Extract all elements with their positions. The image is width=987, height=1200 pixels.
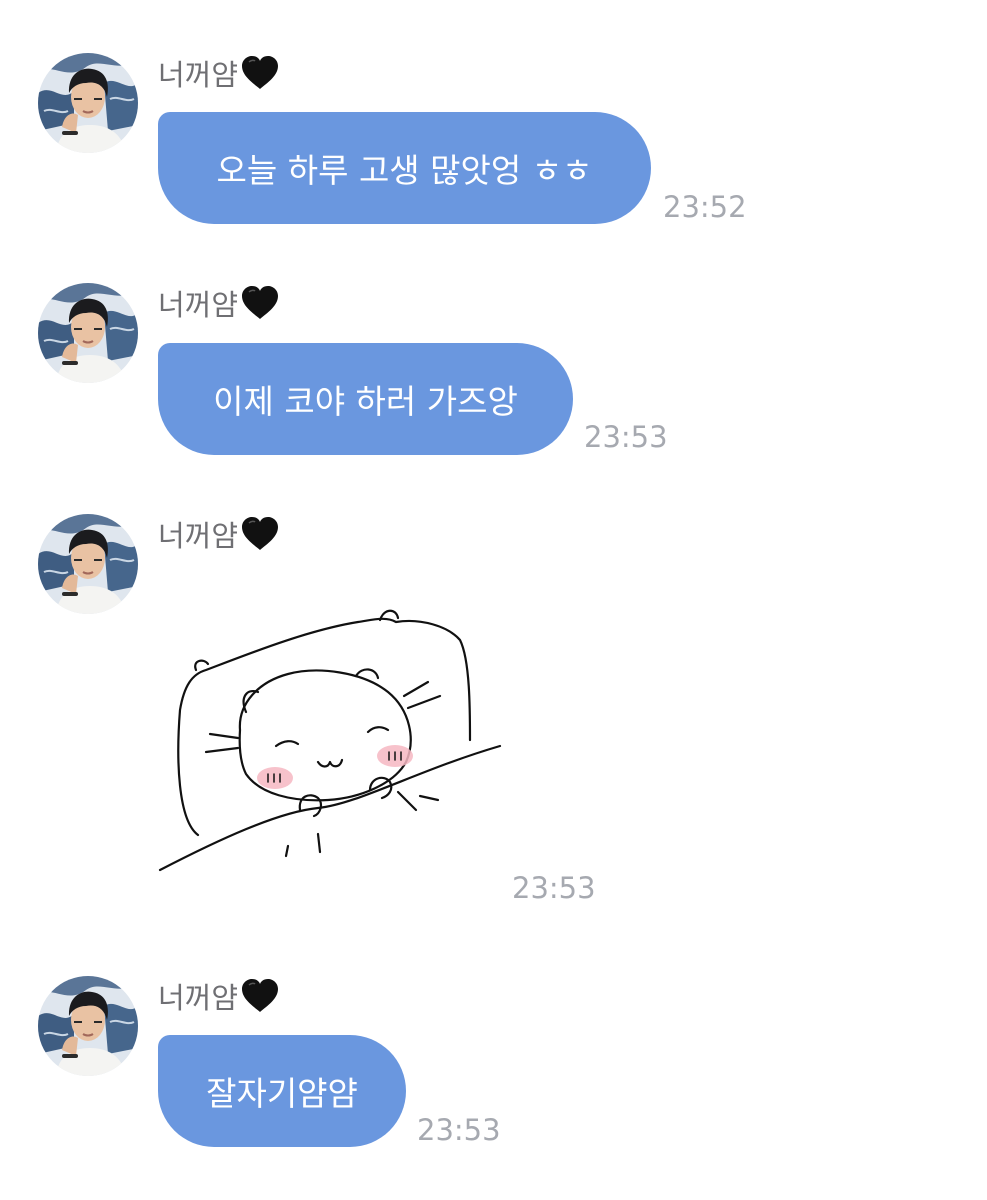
black-heart-icon [240,978,280,1014]
sender-name: 너꺼얌 [158,283,280,323]
message-timestamp: 23:53 [584,420,668,454]
sender-name: 너꺼얌 [158,53,280,93]
message-bubble[interactable]: 이제 코야 하러 가즈앙 [158,343,573,455]
black-heart-icon [240,285,280,321]
sender-avatar[interactable] [38,283,138,383]
sender-avatar[interactable] [38,53,138,153]
sender-avatar[interactable] [38,976,138,1076]
sender-name: 너꺼얌 [158,976,280,1016]
sleeping-cat-sticker[interactable] [158,600,503,875]
sender-name-text: 너꺼얌 [158,58,239,92]
sender-name-text: 너꺼얌 [158,288,239,322]
message-text: 잘자기얌얌 [206,1074,358,1113]
message-timestamp: 23:53 [512,871,596,905]
message-text: 오늘 하루 고생 많앗엉 ㅎㅎ [216,151,593,190]
message-bubble[interactable]: 잘자기얌얌 [158,1035,406,1147]
profile-photo [38,976,138,1076]
black-heart-icon [240,55,280,91]
sender-name: 너꺼얌 [158,514,280,554]
sender-name-text: 너꺼얌 [158,981,239,1015]
message-timestamp: 23:52 [663,190,747,224]
message-timestamp: 23:53 [417,1113,501,1147]
profile-photo [38,53,138,153]
profile-photo [38,514,138,614]
message-bubble[interactable]: 오늘 하루 고생 많앗엉 ㅎㅎ [158,112,651,224]
black-heart-icon [240,516,280,552]
sender-avatar[interactable] [38,514,138,614]
sender-name-text: 너꺼얌 [158,519,239,553]
message-text: 이제 코야 하러 가즈앙 [213,382,518,421]
profile-photo [38,283,138,383]
